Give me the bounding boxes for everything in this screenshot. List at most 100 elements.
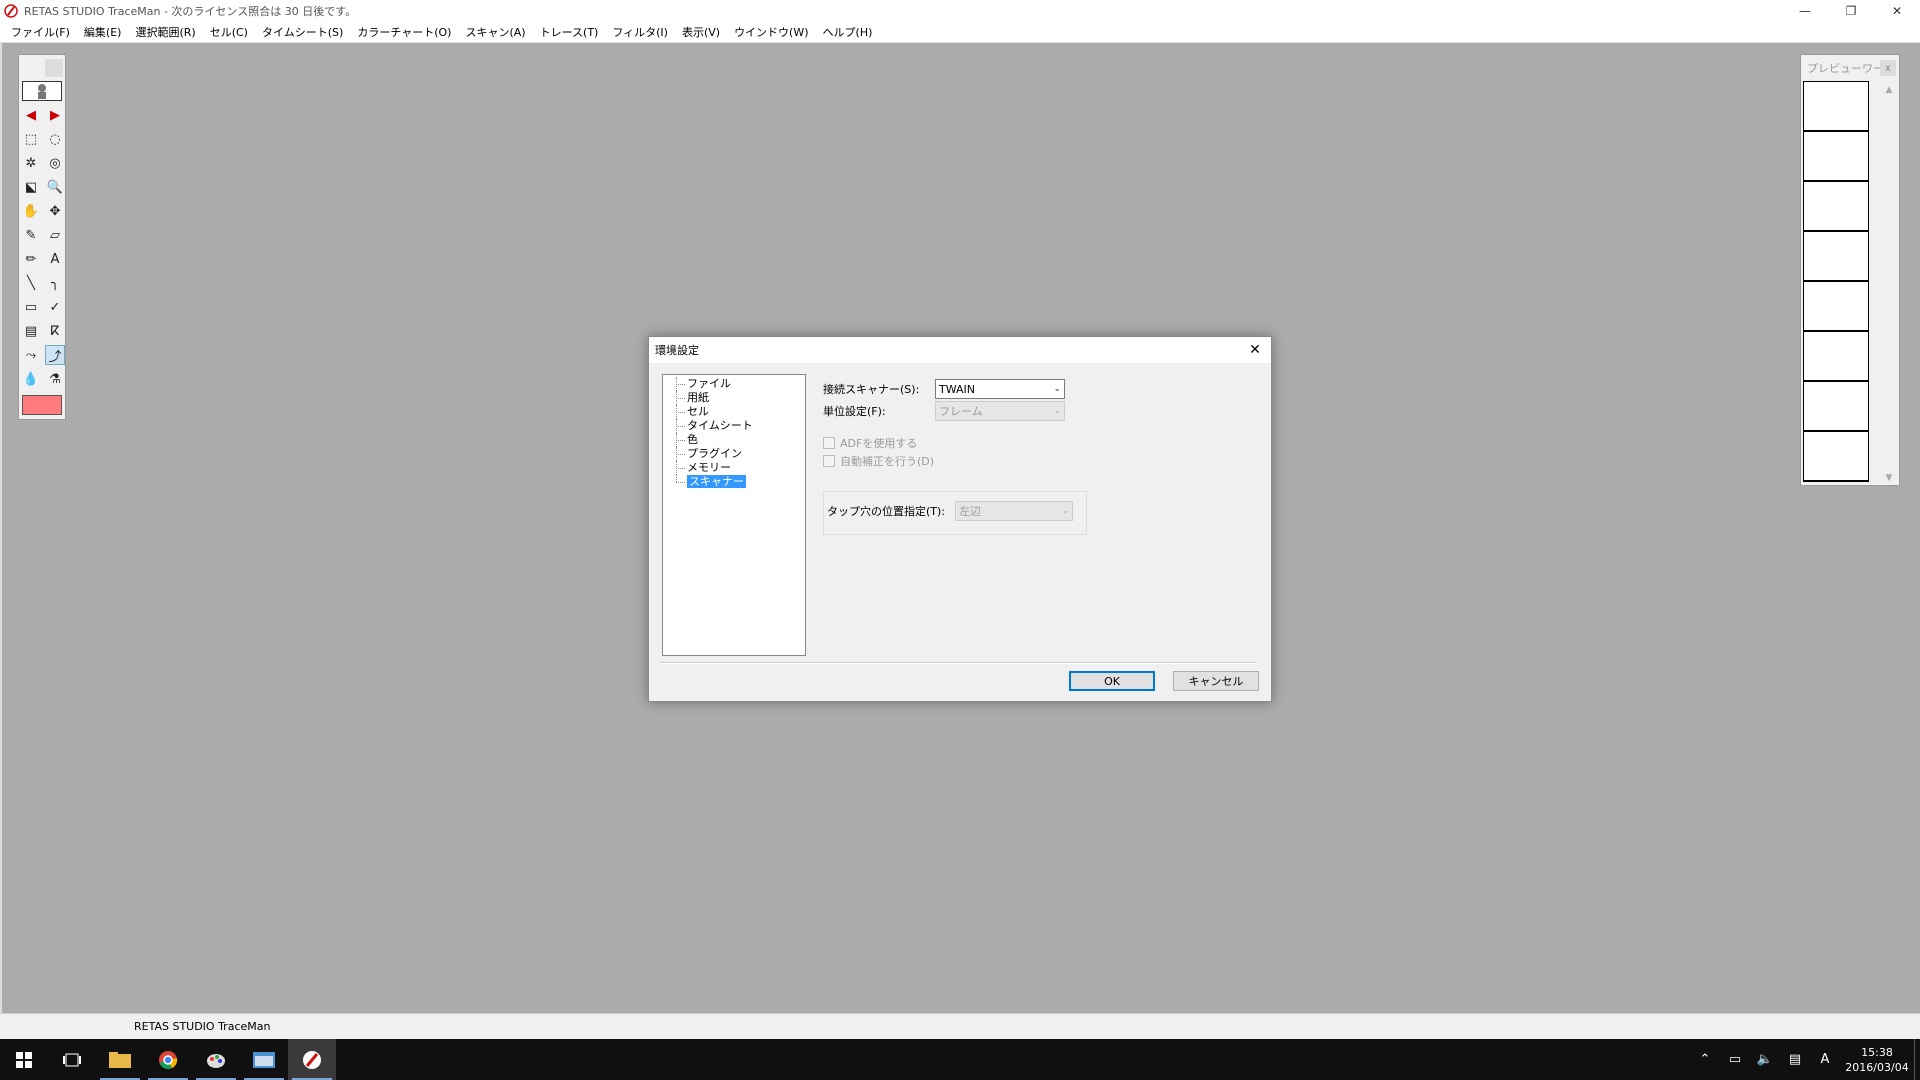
auto-correct-checkbox[interactable] <box>823 455 835 467</box>
chevron-up-icon[interactable]: ⌃ <box>1690 1052 1720 1067</box>
magic-wand-icon[interactable]: ✲ <box>21 153 41 173</box>
toolbox-header <box>19 55 65 79</box>
shape-select-icon[interactable]: ◎ <box>45 153 65 173</box>
person-tool[interactable] <box>22 81 62 101</box>
previewer-panel: プレビューワー x ▲ ▼ <box>1800 54 1900 486</box>
file-explorer-button[interactable] <box>96 1039 144 1080</box>
category-tree[interactable]: ファイル 用紙 セル タイムシート 色 プラグイン メモリー スキャナー <box>662 374 806 656</box>
show-desktop-button[interactable] <box>1914 1039 1920 1080</box>
hand-icon[interactable]: ✋ <box>21 201 41 221</box>
brush-icon[interactable]: ⴽ <box>45 321 65 341</box>
task-view-button[interactable] <box>48 1039 96 1080</box>
move-icon[interactable]: ✥ <box>45 201 65 221</box>
preview-frame[interactable] <box>1804 282 1868 332</box>
rect-select-icon[interactable]: ⬚ <box>21 129 41 149</box>
menu-selection[interactable]: 選択範囲(R) <box>128 24 202 40</box>
retas-app-icon <box>4 4 18 18</box>
menu-edit[interactable]: 編集(E) <box>77 24 129 40</box>
clock[interactable]: 15:38 2016/03/04 <box>1840 1045 1914 1075</box>
previewer-title-bar: プレビューワー x <box>1801 55 1899 81</box>
preview-frame[interactable] <box>1804 182 1868 232</box>
tree-item-cell[interactable]: セル <box>663 405 805 419</box>
volume-icon[interactable]: 🔈 <box>1750 1052 1780 1067</box>
menu-view[interactable]: 表示(V) <box>675 24 727 40</box>
menu-trace[interactable]: トレース(T) <box>533 24 606 40</box>
trace-brush-icon[interactable]: ⤴ <box>45 345 65 365</box>
tree-item-file[interactable]: ファイル <box>663 377 805 391</box>
drop-icon[interactable]: 💧 <box>21 369 41 389</box>
menu-file[interactable]: ファイル(F) <box>4 24 77 40</box>
tree-item-plugin[interactable]: プラグイン <box>663 447 805 461</box>
close-window-button[interactable]: ✕ <box>1874 0 1920 22</box>
preview-frame[interactable] <box>1804 332 1868 382</box>
eyedropper-icon[interactable]: ✎ <box>21 225 41 245</box>
tree-item-memory[interactable]: メモリー <box>663 461 805 475</box>
ime-indicator[interactable]: A <box>1810 1052 1840 1067</box>
previewer-close-button[interactable]: x <box>1880 60 1896 76</box>
menu-filter[interactable]: フィルタ(I) <box>605 24 675 40</box>
tree-item-label: 用紙 <box>687 391 709 404</box>
person-icon <box>38 84 46 99</box>
start-button[interactable] <box>0 1039 48 1080</box>
tap-select[interactable]: 左辺 ⌄ <box>955 501 1073 521</box>
prev-arrow-icon[interactable]: ◀ <box>21 105 41 125</box>
window-controls: — ❐ ✕ <box>1782 0 1920 22</box>
current-color-swatch[interactable] <box>22 395 62 415</box>
next-arrow-icon[interactable]: ▶ <box>45 105 65 125</box>
eraser-icon[interactable]: ▱ <box>45 225 65 245</box>
cancel-button[interactable]: キャンセル <box>1173 671 1259 691</box>
menu-help[interactable]: ヘルプ(H) <box>816 24 880 40</box>
notification-icon[interactable]: ▤ <box>1780 1052 1810 1067</box>
menu-colorchart[interactable]: カラーチャート(O) <box>350 24 458 40</box>
curve-icon[interactable]: ╮ <box>45 273 65 293</box>
line-icon[interactable]: ╲ <box>21 273 41 293</box>
menu-scan[interactable]: スキャン(A) <box>458 24 532 40</box>
scanner-select[interactable]: TWAIN ⌄ <box>935 379 1065 399</box>
zoom-icon[interactable]: 🔍 <box>45 177 65 197</box>
tree-item-label: タイムシート <box>687 419 753 432</box>
window-app-icon <box>253 1051 275 1068</box>
toolbox-menu-box[interactable] <box>45 59 63 77</box>
pen-icon[interactable]: ✏ <box>21 249 41 269</box>
chrome-button[interactable] <box>144 1039 192 1080</box>
scroll-down-icon[interactable]: ▼ <box>1886 473 1893 483</box>
unit-value: フレーム <box>939 405 983 418</box>
tree-item-paper[interactable]: 用紙 <box>663 391 805 405</box>
unit-select[interactable]: フレーム ⌄ <box>935 401 1065 421</box>
scroll-up-icon[interactable]: ▲ <box>1886 85 1893 95</box>
ok-button[interactable]: OK <box>1069 671 1155 691</box>
window-app-button[interactable] <box>240 1039 288 1080</box>
tree-item-scanner[interactable]: スキャナー <box>663 475 805 489</box>
dialog-close-button[interactable]: ✕ <box>1245 340 1265 360</box>
adf-checkbox[interactable] <box>823 437 835 449</box>
network-icon[interactable]: ▭ <box>1720 1052 1750 1067</box>
menu-cell[interactable]: セル(C) <box>203 24 255 40</box>
paint-icon[interactable]: ⤳ <box>21 345 41 365</box>
menu-timesheet[interactable]: タイムシート(S) <box>255 24 350 40</box>
gradient-icon[interactable]: ▤ <box>21 321 41 341</box>
flask-icon[interactable]: ⚗ <box>45 369 65 389</box>
scanner-value: TWAIN <box>939 382 975 396</box>
paint-app-button[interactable] <box>192 1039 240 1080</box>
tree-item-label: ファイル <box>687 377 731 390</box>
text-icon[interactable]: A <box>45 249 65 269</box>
rectangle-icon[interactable]: ▭ <box>21 297 41 317</box>
preview-frame[interactable] <box>1804 432 1868 482</box>
lasso-icon[interactable]: ◌ <box>45 129 65 149</box>
system-tray: ⌃ ▭ 🔈 ▤ A 15:38 2016/03/04 <box>1690 1039 1920 1080</box>
retas-taskbar-button[interactable] <box>288 1039 336 1080</box>
minimize-button[interactable]: — <box>1782 0 1828 22</box>
preferences-dialog: 環境設定 ✕ ファイル 用紙 セル タイムシート 色 プラグイン メモリー スキ… <box>648 336 1272 702</box>
tree-item-color[interactable]: 色 <box>663 433 805 447</box>
polyline-icon[interactable]: ✓ <box>45 297 65 317</box>
menu-window[interactable]: ウインドウ(W) <box>727 24 815 40</box>
preview-frame[interactable] <box>1804 82 1868 132</box>
restore-button[interactable]: ❐ <box>1828 0 1874 22</box>
transform-icon[interactable]: ⬕ <box>21 177 41 197</box>
preview-frame[interactable] <box>1804 132 1868 182</box>
tree-item-timesheet[interactable]: タイムシート <box>663 419 805 433</box>
previewer-scrollbar[interactable]: ▲ ▼ <box>1882 85 1896 483</box>
preview-frame[interactable] <box>1804 382 1868 432</box>
dialog-title: 環境設定 <box>655 344 699 357</box>
preview-frame[interactable] <box>1804 232 1868 282</box>
